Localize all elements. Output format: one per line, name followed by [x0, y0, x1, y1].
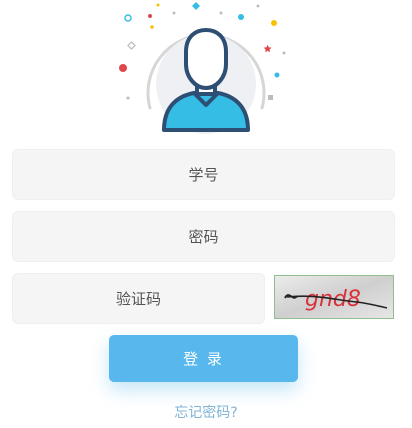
avatar-area — [108, 0, 304, 138]
captcha-graphic: gnd8 — [275, 276, 393, 318]
password-input[interactable] — [13, 212, 394, 262]
user-avatar-icon — [119, 2, 286, 134]
username-input[interactable] — [13, 150, 394, 200]
captcha-input[interactable] — [13, 274, 264, 324]
forgot-password-link[interactable]: 忘记密码? — [0, 402, 412, 422]
captcha-image[interactable]: gnd8 — [274, 275, 394, 319]
login-button[interactable]: 登 录 — [109, 335, 298, 382]
username-field[interactable] — [12, 149, 395, 200]
login-page: gnd8 登 录 忘记密码? — [0, 0, 412, 428]
password-field[interactable] — [12, 211, 395, 262]
captcha-field[interactable] — [12, 273, 265, 324]
